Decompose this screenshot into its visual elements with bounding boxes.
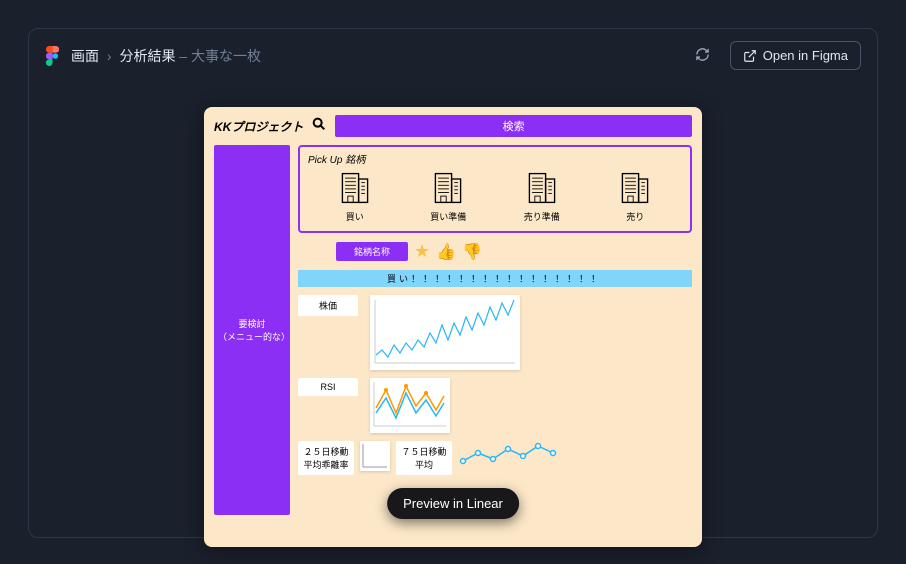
preview-badge[interactable]: Preview in Linear (387, 488, 519, 519)
rsi-chart (370, 378, 450, 433)
sidebar-line1: 要検討 (218, 317, 286, 330)
pickup-item-buy[interactable]: 買い (337, 170, 373, 223)
crumb-part[interactable]: 画面 (71, 48, 99, 64)
stock-name-row: 銘柄名称 ★ 👍 👎 (298, 241, 692, 262)
search-icon[interactable] (311, 116, 327, 137)
rsi-label: RSI (298, 378, 358, 396)
external-link-icon (743, 49, 757, 63)
figma-logo-icon (45, 46, 59, 66)
refresh-icon[interactable] (695, 47, 710, 65)
pickup-label: 買い (337, 210, 373, 223)
ma-row: ２５日移動平均乖離率 ７５日移動平均 (298, 441, 692, 476)
pickup-label: 売り (617, 210, 653, 223)
ma75-label: ７５日移動平均 (396, 441, 452, 475)
pickup-section: Pick Up 銘柄 買い 買い準備 売り準備 (298, 145, 692, 233)
crumb-part[interactable]: 分析結果 (119, 48, 175, 64)
card-container: 画面 › 分析結果 – 大事な一枚 Open in Figma KKプロジェクト… (28, 28, 878, 538)
pickup-item-sell-prep[interactable]: 売り準備 (524, 170, 560, 223)
building-icon (430, 170, 466, 206)
open-in-figma-button[interactable]: Open in Figma (730, 41, 861, 70)
pickup-label: 買い準備 (430, 210, 466, 223)
price-label: 株価 (298, 295, 358, 316)
crumb-tail: – 大事な一枚 (179, 48, 261, 64)
crumb-separator: › (107, 48, 112, 64)
thumbs-down-icon[interactable]: 👎 (462, 242, 482, 262)
pickup-item-buy-prep[interactable]: 買い準備 (430, 170, 466, 223)
open-figma-label: Open in Figma (763, 48, 848, 63)
ma25-chart (360, 441, 390, 471)
star-icon[interactable]: ★ (414, 241, 430, 262)
price-chart-row: 株価 (298, 295, 692, 370)
rsi-chart-row: RSI (298, 378, 692, 433)
app-title: KKプロジェクト (214, 118, 303, 135)
status-bar: 買い！！！！！！！！！！！！！！！！ (298, 270, 692, 287)
sidebar-menu[interactable]: 要検討 （メニュー的な） (214, 145, 290, 515)
main-content: Pick Up 銘柄 買い 買い準備 売り準備 (298, 145, 692, 515)
thumbs-up-icon[interactable]: 👍 (436, 242, 456, 262)
price-chart (370, 295, 520, 370)
crumb-tail-text: 大事な一枚 (191, 48, 261, 64)
building-icon (337, 170, 373, 206)
ma75-chart (458, 441, 558, 476)
search-button[interactable]: 検索 (335, 115, 692, 137)
building-icon (617, 170, 653, 206)
breadcrumb: 画面 › 分析結果 – 大事な一枚 (71, 46, 261, 66)
pickup-title: Pick Up 銘柄 (308, 151, 682, 166)
pickup-item-sell[interactable]: 売り (617, 170, 653, 223)
mock-header: KKプロジェクト 検索 (204, 107, 702, 145)
figma-canvas: KKプロジェクト 検索 要検討 （メニュー的な） Pick Up 銘柄 (204, 107, 702, 547)
stock-name-label: 銘柄名称 (336, 242, 408, 261)
card-header: 画面 › 分析結果 – 大事な一枚 Open in Figma (29, 29, 877, 82)
ma25-label: ２５日移動平均乖離率 (298, 441, 354, 475)
pickup-label: 売り準備 (524, 210, 560, 223)
sidebar-line2: （メニュー的な） (218, 330, 286, 343)
building-icon (524, 170, 560, 206)
